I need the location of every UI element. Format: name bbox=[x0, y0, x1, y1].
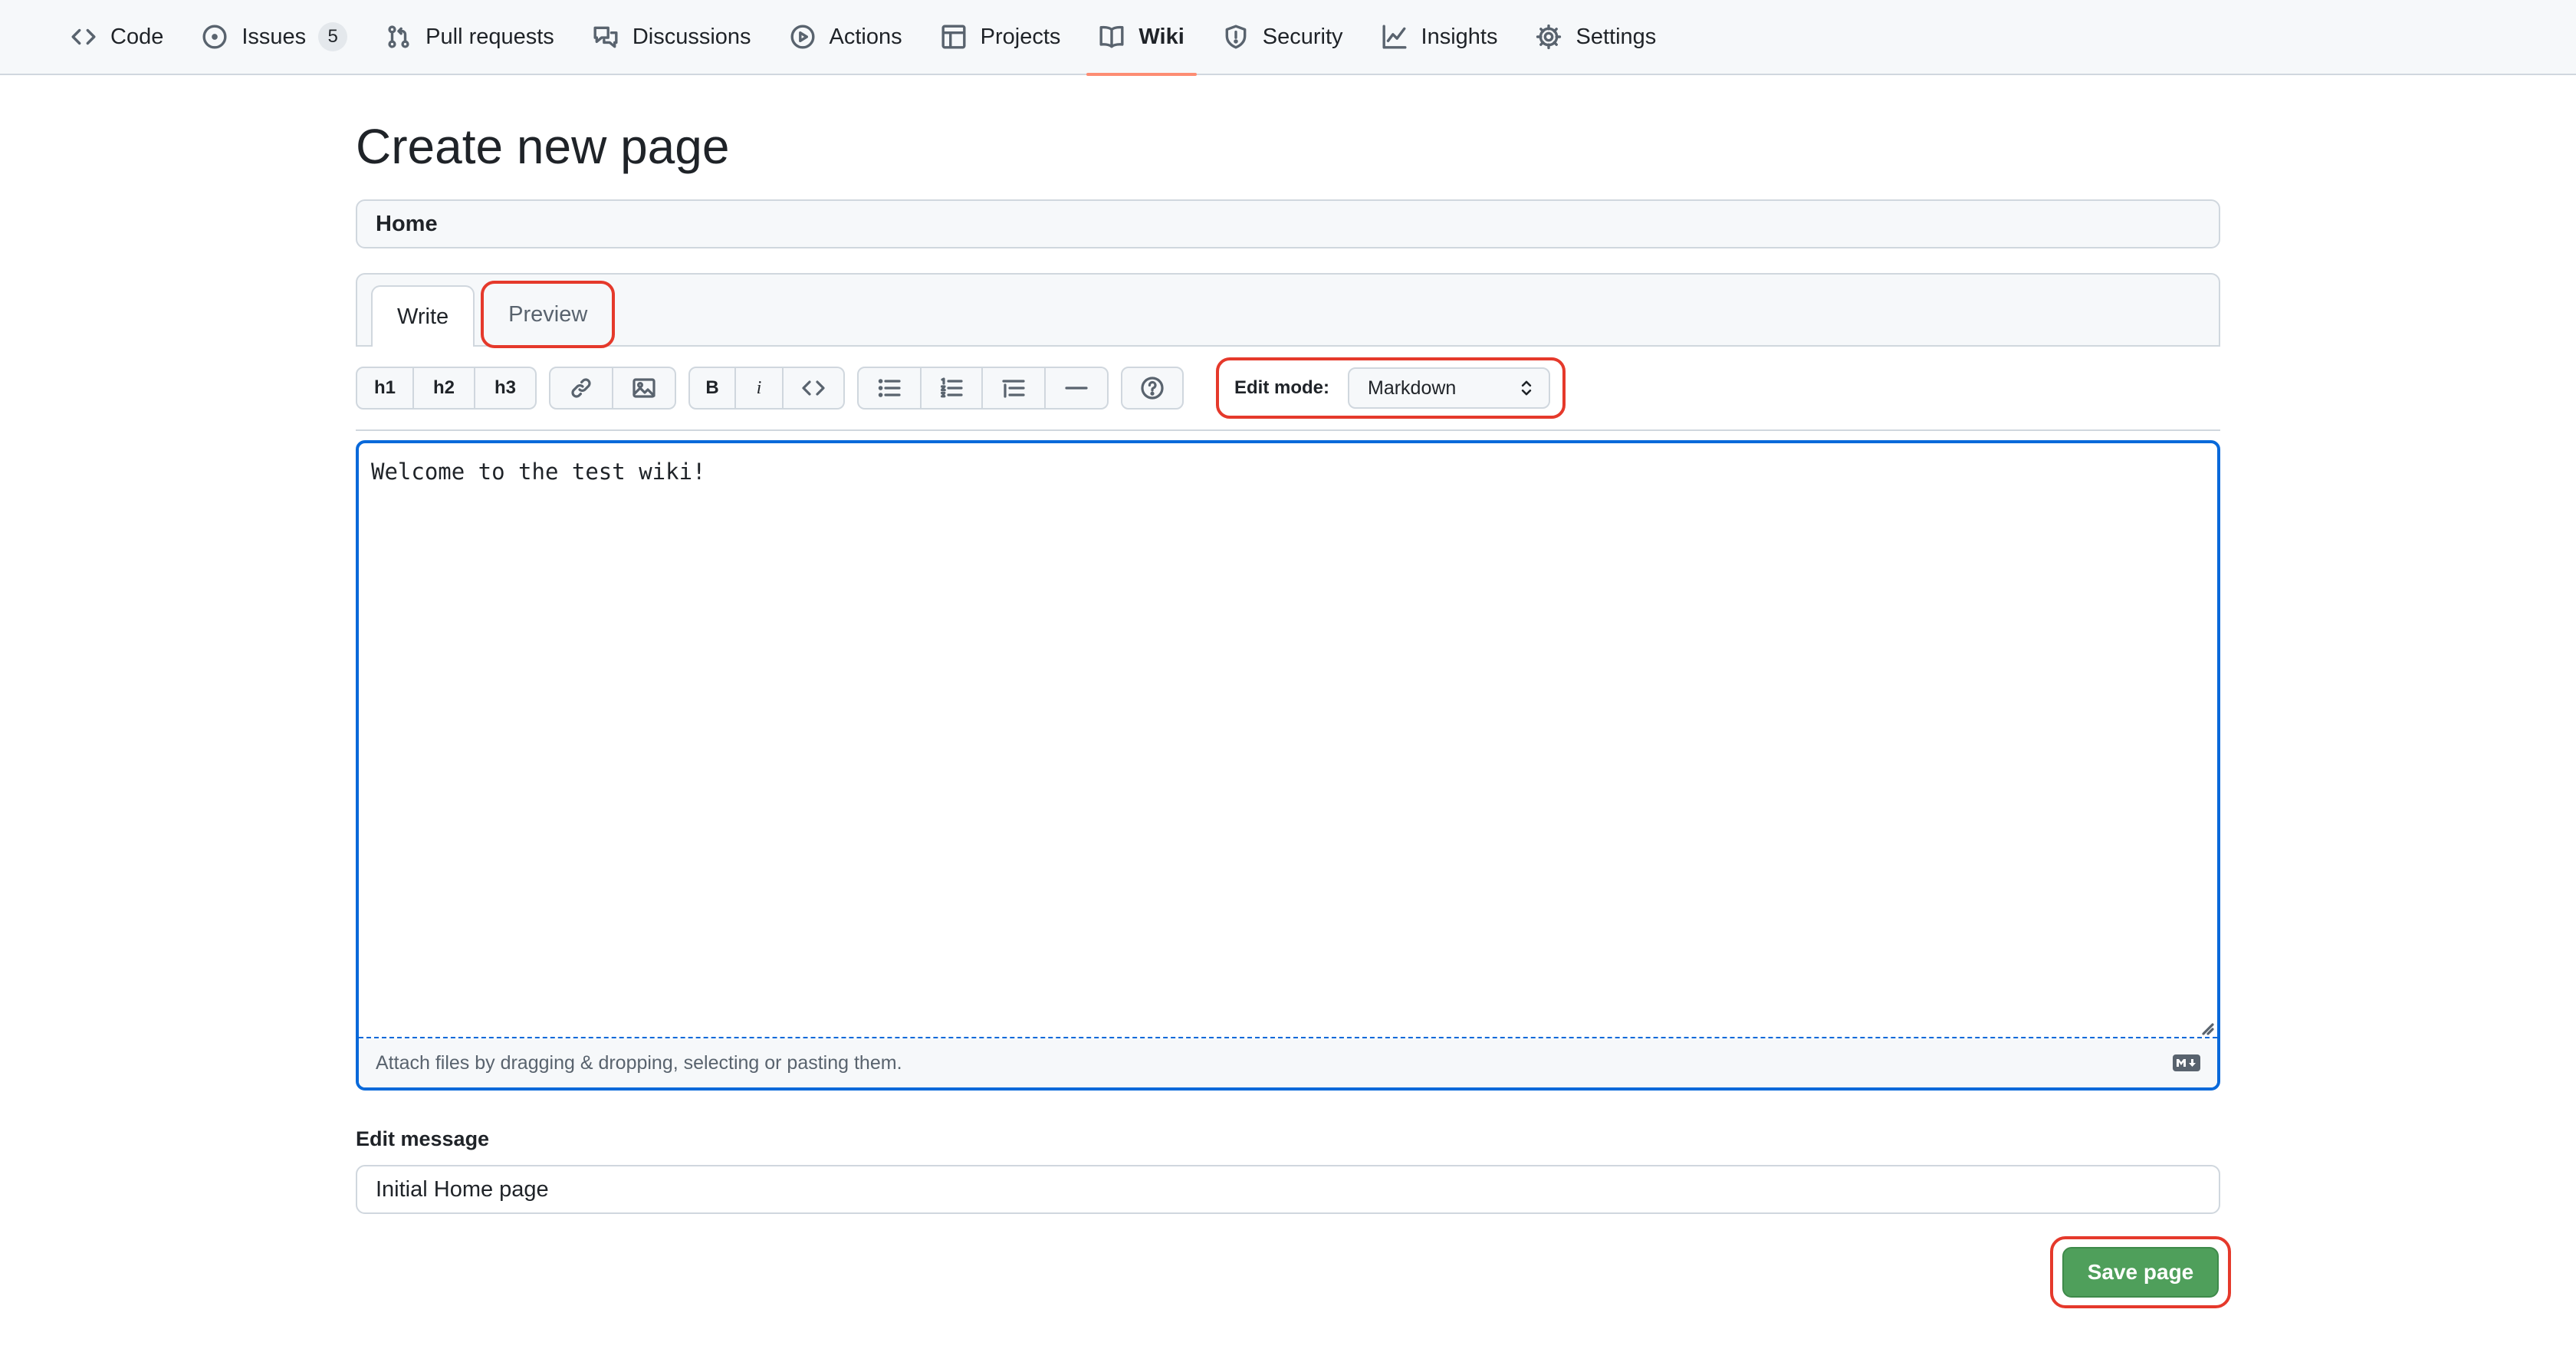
nav-settings-label: Settings bbox=[1576, 24, 1657, 49]
nav-insights-label: Insights bbox=[1421, 24, 1498, 49]
editor-tabs: Write Preview bbox=[356, 273, 2220, 348]
nav-wiki-label: Wiki bbox=[1138, 24, 1184, 49]
nav-wiki[interactable]: Wiki bbox=[1086, 0, 1198, 76]
bold-button[interactable]: B bbox=[688, 367, 736, 410]
nav-discussions-label: Discussions bbox=[632, 24, 751, 49]
list-unordered-icon bbox=[877, 376, 902, 400]
unordered-list-button[interactable] bbox=[857, 367, 922, 410]
code-button[interactable] bbox=[784, 367, 845, 410]
nav-code[interactable]: Code bbox=[58, 0, 176, 74]
issue-opened-icon bbox=[202, 24, 228, 50]
h1-button[interactable]: h1 bbox=[356, 367, 414, 410]
book-icon bbox=[1099, 24, 1125, 50]
save-highlight: Save page bbox=[2050, 1236, 2231, 1308]
link-icon bbox=[569, 376, 593, 400]
gear-icon bbox=[1536, 24, 1562, 50]
list-buttons bbox=[857, 367, 1109, 410]
nav-pull-requests[interactable]: Pull requests bbox=[373, 0, 567, 74]
nav-code-label: Code bbox=[110, 24, 164, 49]
attach-files-hint: Attach files by dragging & dropping, sel… bbox=[376, 1051, 902, 1074]
edit-message-label: Edit message bbox=[356, 1127, 490, 1150]
shield-icon bbox=[1223, 24, 1249, 50]
nav-issues[interactable]: Issues 5 bbox=[189, 0, 360, 74]
page-title: Create new page bbox=[356, 119, 730, 174]
issues-count-badge: 5 bbox=[318, 22, 348, 51]
graph-icon bbox=[1382, 24, 1408, 50]
image-button[interactable] bbox=[613, 367, 676, 410]
git-pull-request-icon bbox=[386, 24, 412, 50]
markdown-icon bbox=[2173, 1054, 2200, 1071]
nav-security[interactable]: Security bbox=[1211, 0, 1355, 74]
tasklist-icon bbox=[1001, 376, 1026, 400]
nav-security-label: Security bbox=[1262, 24, 1343, 49]
save-page-button[interactable]: Save page bbox=[2062, 1247, 2219, 1298]
comment-discussion-icon bbox=[593, 24, 619, 50]
wiki-create-form: Create new page Write Preview h1 h2 h3 B bbox=[356, 75, 2231, 1308]
heading-buttons: h1 h2 h3 bbox=[356, 367, 537, 410]
nav-projects-label: Projects bbox=[980, 24, 1061, 49]
edit-mode-label: Edit mode: bbox=[1234, 377, 1329, 398]
nav-discussions[interactable]: Discussions bbox=[580, 0, 764, 74]
code-icon bbox=[71, 24, 97, 50]
question-icon bbox=[1140, 376, 1165, 400]
repo-nav: Code Issues 5 Pull requests Discussions … bbox=[0, 0, 2576, 76]
nav-actions-label: Actions bbox=[829, 24, 902, 49]
h3-button[interactable]: h3 bbox=[475, 367, 537, 410]
edit-mode-value: Markdown bbox=[1368, 377, 1457, 399]
tab-write[interactable]: Write bbox=[371, 285, 475, 347]
edit-mode-select[interactable]: Markdown bbox=[1348, 367, 1550, 409]
tab-preview[interactable]: Preview bbox=[481, 281, 616, 348]
link-button[interactable] bbox=[549, 367, 613, 410]
edit-message-input[interactable] bbox=[356, 1165, 2220, 1214]
list-ordered-icon bbox=[939, 376, 964, 400]
select-arrows-icon bbox=[1518, 378, 1535, 398]
nav-issues-label: Issues bbox=[242, 24, 307, 49]
attach-files-bar[interactable]: Attach files by dragging & dropping, sel… bbox=[359, 1038, 2217, 1087]
table-icon bbox=[941, 24, 967, 50]
editor-area: Welcome to the test wiki! Attach files b… bbox=[356, 440, 2220, 1091]
horizontal-rule-button[interactable] bbox=[1046, 367, 1109, 410]
page-name-input[interactable] bbox=[356, 199, 2220, 248]
nav-projects[interactable]: Projects bbox=[928, 0, 1073, 74]
nav-settings[interactable]: Settings bbox=[1523, 0, 1668, 74]
h2-button[interactable]: h2 bbox=[414, 367, 475, 410]
insert-buttons bbox=[549, 367, 676, 410]
code-icon bbox=[801, 376, 826, 400]
nav-insights[interactable]: Insights bbox=[1369, 0, 1510, 74]
edit-mode-control: Edit mode: Markdown bbox=[1216, 357, 1566, 419]
italic-button[interactable]: i bbox=[736, 367, 784, 410]
help-buttons bbox=[1121, 367, 1184, 410]
image-icon bbox=[632, 376, 656, 400]
ordered-list-button[interactable] bbox=[922, 367, 983, 410]
play-icon bbox=[790, 24, 816, 50]
page-content-textarea[interactable]: Welcome to the test wiki! bbox=[359, 443, 2217, 1038]
format-buttons: B i bbox=[688, 367, 845, 410]
resize-handle-icon[interactable] bbox=[2199, 1020, 2214, 1035]
horizontal-rule-icon bbox=[1064, 376, 1089, 400]
nav-pull-requests-label: Pull requests bbox=[426, 24, 554, 49]
markdown-toolbar: h1 h2 h3 B i Edit mode: Markdown bbox=[356, 347, 2220, 431]
help-button[interactable] bbox=[1121, 367, 1184, 410]
nav-actions[interactable]: Actions bbox=[777, 0, 915, 74]
task-list-button[interactable] bbox=[983, 367, 1046, 410]
